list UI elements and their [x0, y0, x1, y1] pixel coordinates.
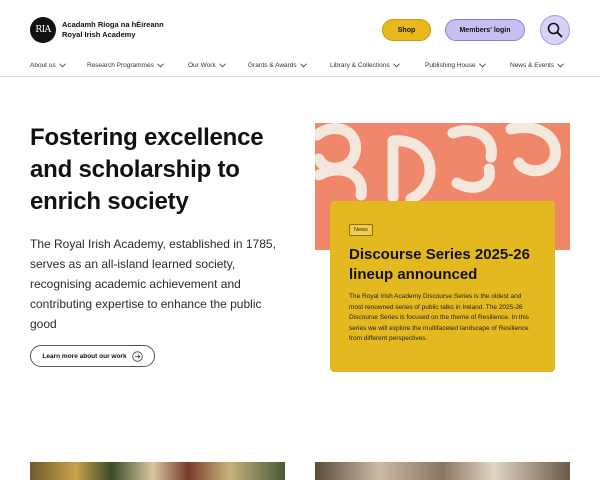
search-icon: [547, 22, 563, 38]
nav-item-label: Publishing House: [425, 61, 476, 69]
logo-text: Acadamh Ríoga na hÉireann Royal Irish Ac…: [62, 20, 164, 40]
chevron-down-icon: [557, 62, 564, 67]
learn-more-label: Learn more about our work: [42, 352, 127, 360]
feature-image-bottom-right[interactable]: [315, 462, 570, 480]
nav-item-grants-awards[interactable]: Grants & Awards: [248, 58, 307, 72]
site-header: RIA Acadamh Ríoga na hÉireann Royal Iris…: [0, 0, 600, 60]
news-tag: News: [349, 224, 373, 236]
feature-image-bottom-left[interactable]: [30, 462, 285, 480]
hero-title: Fostering excellence and scholarship to …: [30, 124, 264, 215]
logo[interactable]: RIA Acadamh Ríoga na hÉireann Royal Iris…: [30, 17, 164, 43]
nav-item-label: About us: [30, 61, 56, 69]
logo-line-irish: Acadamh Ríoga na hÉireann: [62, 20, 164, 29]
chevron-down-icon: [299, 62, 307, 67]
chevron-down-icon: [218, 62, 226, 67]
nav-item-label: News & Events: [510, 61, 555, 69]
logo-line-english: Royal Irish Academy: [62, 30, 136, 39]
arrow-right-circle-icon: [131, 350, 143, 362]
chevron-down-icon: [392, 62, 400, 67]
nav-item-label: Grants & Awards: [248, 61, 297, 69]
news-card-body: The Royal Irish Academy Discourse Series…: [349, 293, 529, 342]
nav-item-library-collections[interactable]: Library & Collections: [330, 58, 400, 72]
nav-item-label: Our Work: [188, 61, 216, 69]
shop-button[interactable]: Shop: [382, 19, 431, 41]
nav-item-label: Research Programmes: [87, 61, 154, 69]
nav-item-news-events[interactable]: News & Events: [510, 58, 564, 72]
learn-more-button[interactable]: Learn more about our work: [30, 345, 155, 367]
nav-item-about-us[interactable]: About us: [30, 58, 66, 72]
nav-item-label: Library & Collections: [330, 61, 390, 69]
chevron-down-icon: [58, 62, 66, 67]
news-card[interactable]: News Discourse Series 2025-26 lineup ann…: [330, 201, 555, 372]
logo-mark: RIA: [30, 17, 56, 43]
chevron-down-icon: [156, 62, 164, 67]
nav-item-our-work[interactable]: Our Work: [188, 58, 226, 72]
news-card-title[interactable]: Discourse Series 2025-26 lineup announce…: [349, 245, 536, 285]
hero-body: The Royal Irish Academy, established in …: [30, 237, 276, 331]
chevron-down-icon: [478, 62, 486, 67]
nav-item-publishing-house[interactable]: Publishing House: [425, 58, 486, 72]
main-nav: About us Research Programmes Our Work Gr…: [0, 58, 600, 76]
nav-item-research-programmes[interactable]: Research Programmes: [87, 58, 164, 72]
members-login-button[interactable]: Members' login: [445, 19, 525, 41]
nav-divider: [0, 76, 600, 77]
search-button[interactable]: [540, 15, 570, 45]
